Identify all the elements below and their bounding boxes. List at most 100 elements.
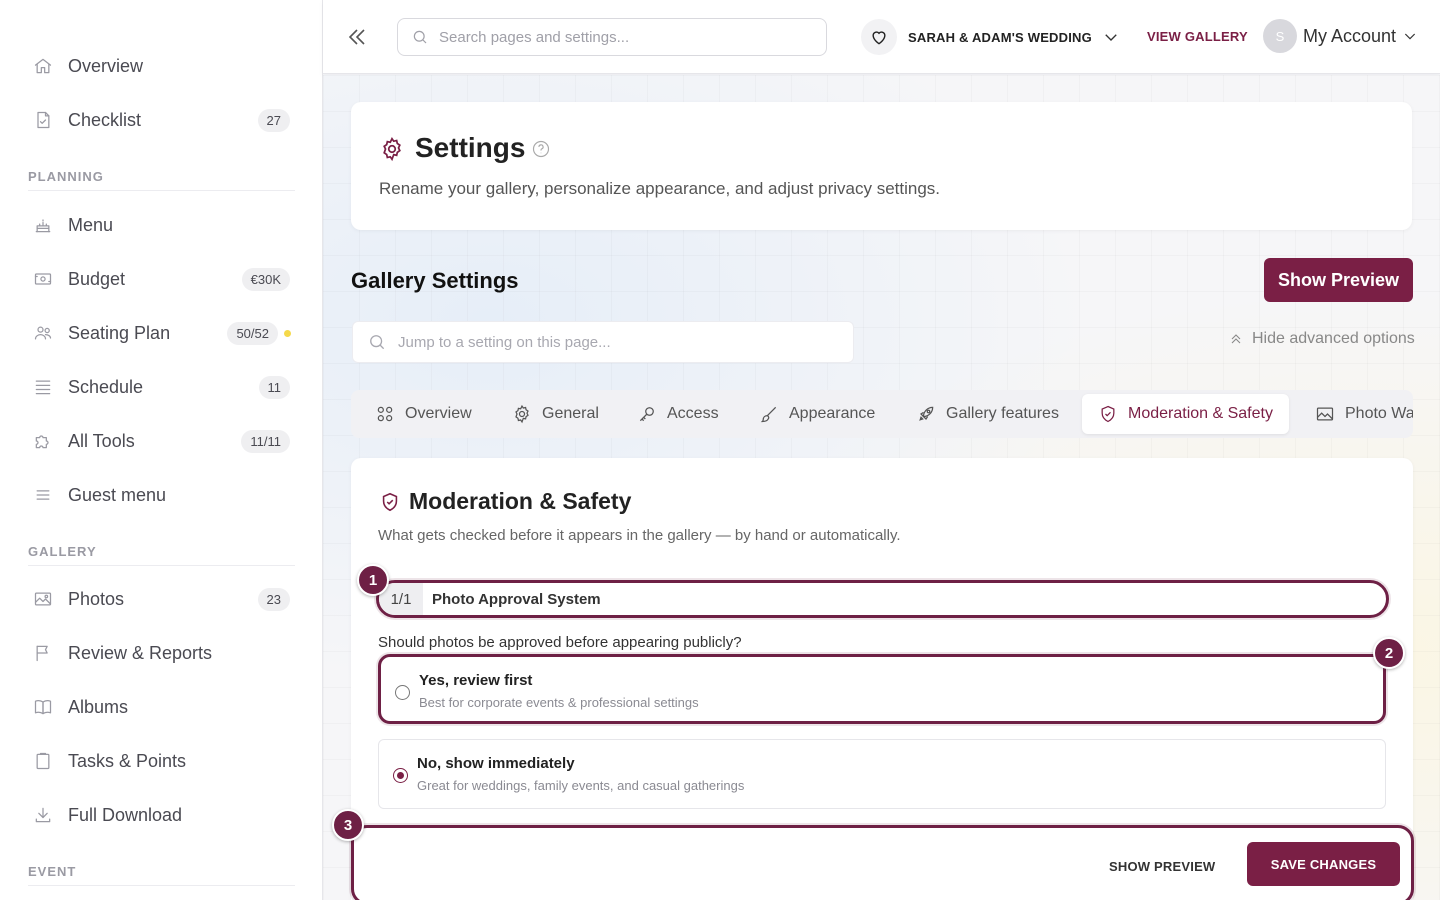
section-label-event: EVENT: [28, 864, 77, 879]
double-chevron-left-icon: [348, 29, 365, 45]
sidebar-item-tasks-points[interactable]: Tasks & Points: [0, 739, 322, 783]
sidebar-item-label: Overview: [68, 55, 144, 76]
jump-search[interactable]: [352, 321, 854, 363]
tab-general[interactable]: General: [496, 394, 615, 434]
view-gallery-link[interactable]: VIEW GALLERY: [1147, 29, 1248, 44]
menu-lines-icon: [32, 484, 54, 506]
chevron-down-icon: [1404, 33, 1416, 40]
save-changes-button[interactable]: SAVE CHANGES: [1247, 842, 1400, 886]
puzzle-icon: [32, 430, 54, 452]
sidebar-item-label: All Tools: [68, 430, 135, 451]
sidebar-item-label: Guest menu: [68, 484, 167, 505]
footer-show-preview-button[interactable]: SHOW PREVIEW: [1109, 859, 1215, 874]
sidebar-item-full-download[interactable]: Full Download: [0, 793, 322, 837]
sidebar-item-albums[interactable]: Albums: [0, 685, 322, 729]
tab-label: Overview: [405, 405, 472, 422]
sidebar-item-label: Seating Plan: [68, 322, 171, 343]
tab-label: Moderation & Safety: [1128, 405, 1273, 422]
tab-label: Appearance: [789, 405, 876, 422]
sidebar-item-menu[interactable]: Menu: [0, 203, 322, 247]
tab-photo-wall[interactable]: Photo Wa: [1299, 394, 1413, 434]
sidebar-item-label: Albums: [68, 696, 129, 717]
radio-option-review-first[interactable]: Yes, review first Best for corporate eve…: [378, 654, 1386, 724]
radio-button[interactable]: [395, 685, 410, 700]
sidebar-item-overview[interactable]: Overview: [0, 44, 322, 88]
sidebar-item-checklist[interactable]: Checklist 27: [0, 98, 322, 142]
grid-icon: [377, 406, 393, 422]
search-icon: [413, 30, 427, 44]
home-icon: [32, 55, 54, 77]
global-search[interactable]: [397, 18, 827, 56]
brush-icon: [760, 406, 777, 423]
shield-check-icon: [1101, 405, 1115, 423]
sidebar: Overview Checklist 27 PLANNING Menu Budg…: [0, 0, 323, 900]
step-marker-2: 2: [1373, 637, 1405, 669]
show-preview-button[interactable]: Show Preview: [1264, 258, 1413, 302]
setting-label: Photo Approval System: [432, 590, 601, 608]
hide-advanced-toggle[interactable]: Hide advanced options: [1228, 330, 1415, 348]
status-dot: [284, 329, 291, 337]
step-marker-3: 3: [332, 809, 364, 841]
tab-overview[interactable]: Overview: [359, 394, 488, 434]
count-badge: 11/11: [241, 429, 290, 453]
shield-check-icon: [379, 491, 401, 513]
tab-access[interactable]: Access: [621, 394, 735, 434]
gear-icon: [515, 404, 529, 424]
section-description: What gets checked before it appears in t…: [378, 527, 901, 544]
chevron-down-icon: [1105, 34, 1117, 41]
tab-moderation-safety[interactable]: Moderation & Safety: [1082, 394, 1289, 434]
heart-icon: [861, 19, 897, 55]
photo-approval-setting[interactable]: 1/1 Photo Approval System: [376, 580, 1389, 618]
collapse-sidebar-button[interactable]: [345, 25, 369, 49]
setting-question: Should photos be approved before appeari…: [378, 634, 742, 651]
tab-label: Access: [667, 405, 719, 422]
tab-appearance[interactable]: Appearance: [743, 394, 891, 434]
option-title: Yes, review first: [419, 672, 533, 689]
sidebar-item-label: Photos: [68, 588, 125, 609]
count-badge: 27: [257, 108, 290, 132]
tab-gallery-features[interactable]: Gallery features: [900, 394, 1075, 434]
settings-tabs: Overview General Access Appearance Galle…: [351, 390, 1413, 438]
account-menu[interactable]: S My Account: [1263, 19, 1418, 53]
section-title: Moderation & Safety: [409, 488, 632, 514]
event-selector[interactable]: SARAH & ADAM'S WEDDING: [861, 18, 1120, 56]
count-badge: €30K: [241, 267, 290, 291]
jump-search-input[interactable]: [398, 333, 838, 351]
moderation-card: Moderation & Safety What gets checked be…: [351, 458, 1414, 900]
sidebar-item-label: Checklist: [68, 109, 142, 130]
search-icon: [370, 335, 385, 350]
book-icon: [32, 696, 54, 718]
account-label: My Account: [1303, 25, 1397, 46]
gallery-settings-title: Gallery Settings: [351, 268, 519, 293]
checklist-icon: [32, 109, 54, 131]
double-chevron-up-icon: [1231, 334, 1241, 344]
tab-label: General: [542, 405, 599, 422]
sidebar-item-label: Menu: [68, 214, 114, 235]
image-icon: [32, 588, 54, 610]
divider: [28, 190, 295, 191]
event-name: SARAH & ADAM'S WEDDING: [908, 29, 1092, 45]
radio-option-show-immediately[interactable]: No, show immediately Great for weddings,…: [378, 739, 1386, 809]
sidebar-item-all-tools[interactable]: All Tools 11/11: [0, 419, 322, 463]
sidebar-item-seating-plan[interactable]: Seating Plan 50/52: [0, 311, 322, 355]
action-footer: SHOW PREVIEW SAVE CHANGES: [351, 825, 1414, 900]
radio-button[interactable]: [393, 768, 408, 783]
step-marker-1: 1: [357, 564, 389, 596]
divider: [28, 885, 295, 886]
sidebar-item-schedule[interactable]: Schedule 11: [0, 365, 322, 409]
sidebar-item-photos[interactable]: Photos 23: [0, 577, 322, 621]
schedule-icon: [32, 376, 54, 398]
help-icon[interactable]: [531, 139, 551, 159]
money-icon: [32, 268, 54, 290]
tab-label: Gallery features: [946, 405, 1059, 422]
sidebar-item-label: Full Download: [68, 804, 183, 825]
sidebar-item-review-reports[interactable]: Review & Reports: [0, 631, 322, 675]
sidebar-item-label: Schedule: [68, 376, 144, 397]
people-icon: [32, 322, 54, 344]
section-label-gallery: GALLERY: [28, 544, 97, 559]
count-badge: 11: [258, 375, 290, 399]
search-input[interactable]: [439, 28, 809, 46]
sidebar-item-budget[interactable]: Budget €30K: [0, 257, 322, 301]
rocket-icon: [919, 406, 934, 421]
sidebar-item-guest-menu[interactable]: Guest menu: [0, 473, 322, 517]
